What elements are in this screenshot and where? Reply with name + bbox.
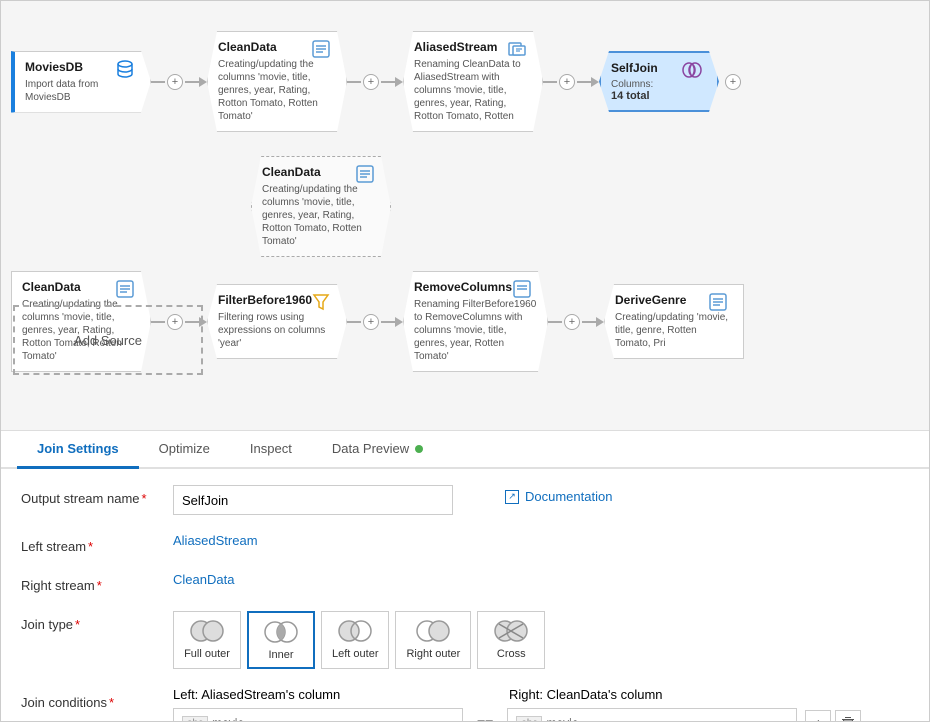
right-col-header: Right: CleanData's column	[509, 687, 663, 702]
join-conditions-label: Join conditions*	[21, 687, 161, 710]
node-moviesdb-desc: Import data from MoviesDB	[25, 78, 140, 104]
join-type-full-outer[interactable]: Full outer	[173, 611, 241, 669]
left-stream-value[interactable]: AliasedStream	[173, 533, 258, 548]
node-cleandata1[interactable]: CleanData Creating/updating the columns …	[207, 31, 347, 132]
filter-icon	[310, 291, 332, 313]
add-source-box[interactable]: Add Source	[13, 305, 203, 375]
join-type-group: Full outer Inner	[173, 611, 545, 669]
plus-btn-2[interactable]: +	[363, 74, 379, 90]
tab-inspect[interactable]: Inspect	[230, 431, 312, 469]
right-stream-label: Right stream*	[21, 572, 161, 593]
canvas-area: MoviesDB Import data from MoviesDB + Cle…	[1, 1, 929, 431]
output-stream-input[interactable]	[173, 485, 453, 515]
tabs-bar: Join Settings Optimize Inspect Data Prev…	[1, 431, 929, 469]
node-filter[interactable]: FilterBefore1960 Filtering rows using ex…	[207, 284, 347, 359]
output-stream-row: Output stream name* ↗ Documentation	[21, 485, 909, 515]
tab-optimize[interactable]: Optimize	[139, 431, 230, 469]
conditions-labels-row: Left: AliasedStream's column Right: Clea…	[173, 687, 909, 702]
delete-condition-btn[interactable]	[835, 710, 861, 721]
join-type-inner[interactable]: Inner	[247, 611, 315, 669]
left-col-select[interactable]: abc movie	[173, 708, 463, 721]
action-btns: +	[805, 710, 861, 721]
plus-btn-r3-2[interactable]: +	[363, 314, 379, 330]
remove-icon	[511, 278, 533, 300]
right-stream-row: Right stream* CleanData	[21, 572, 909, 593]
node-filter-desc: Filtering rows using expressions on colu…	[218, 311, 336, 350]
node-cleandata2-desc: Creating/updating the columns 'movie, ti…	[262, 183, 380, 248]
left-col-header: Left: AliasedStream's column	[173, 687, 463, 702]
join-type-right-outer[interactable]: Right outer	[395, 611, 471, 669]
join-type-row: Join type* Full outer	[21, 611, 909, 669]
right-stream-value[interactable]: CleanData	[173, 572, 234, 587]
right-col-chevron	[776, 716, 788, 721]
tab-join-settings[interactable]: Join Settings	[17, 431, 139, 469]
documentation-link[interactable]: ↗ Documentation	[505, 485, 612, 504]
documentation-icon: ↗	[505, 490, 519, 504]
settings-panel: Output stream name* ↗ Documentation Left…	[1, 469, 929, 721]
abc-tag-left: abc	[182, 716, 208, 722]
pipeline-row-2: CleanData Creating/updating the columns …	[251, 156, 391, 257]
connector-3: +	[543, 74, 599, 90]
node-selfjoin-count: 14 total	[611, 90, 707, 102]
connector-r3-3: +	[548, 314, 604, 330]
node-removecolumns[interactable]: RemoveColumns Renaming FilterBefore1960 …	[403, 271, 548, 372]
connector-2: +	[347, 74, 403, 90]
plus-btn-1[interactable]: +	[167, 74, 183, 90]
database-icon	[114, 58, 136, 80]
left-col-value: movie	[212, 716, 244, 721]
join-conditions-row: Join conditions* Left: AliasedStream's c…	[21, 687, 909, 721]
clean-icon-1	[310, 38, 332, 60]
connector-r3-2: +	[347, 314, 403, 330]
clean-icon-2	[354, 163, 376, 185]
node-aliasedstream-desc: Renaming CleanData to AliasedStream with…	[414, 58, 532, 123]
right-col-select[interactable]: abc movie	[507, 708, 797, 721]
plus-btn-selfjoin[interactable]: +	[725, 74, 741, 90]
abc-tag-right: abc	[516, 716, 542, 722]
join-type-left-outer[interactable]: Left outer	[321, 611, 389, 669]
conditions-content: Left: AliasedStream's column Right: Clea…	[173, 687, 909, 721]
node-cleandata2[interactable]: CleanData Creating/updating the columns …	[251, 156, 391, 257]
output-stream-label: Output stream name*	[21, 485, 161, 506]
clean-icon-3	[114, 278, 136, 300]
add-condition-btn[interactable]: +	[805, 710, 831, 721]
plus-btn-3[interactable]: +	[559, 74, 575, 90]
node-removecolumns-desc: Renaming FilterBefore1960 to RemoveColum…	[414, 298, 537, 363]
join-type-cross[interactable]: Cross	[477, 611, 545, 669]
left-stream-row: Left stream* AliasedStream	[21, 533, 909, 554]
left-col-chevron	[442, 716, 454, 721]
derive-icon	[707, 291, 729, 313]
add-source-label: Add Source	[74, 333, 142, 348]
condition-row: abc movie == abc movie	[173, 708, 909, 721]
node-derivegenre[interactable]: DeriveGenre Creating/updating 'movie, ti…	[604, 284, 744, 359]
node-derivegenre-desc: Creating/updating 'movie, title, genre, …	[615, 311, 733, 350]
tab-data-preview[interactable]: Data Preview	[312, 431, 443, 469]
selfjoin-icon	[681, 59, 703, 81]
join-type-label: Join type*	[21, 611, 161, 632]
equals-sign: ==	[471, 715, 499, 721]
pipeline-row-1: MoviesDB Import data from MoviesDB + Cle…	[11, 31, 743, 132]
node-cleandata1-desc: Creating/updating the columns 'movie, ti…	[218, 58, 336, 123]
connector-1: +	[151, 74, 207, 90]
node-selfjoin[interactable]: SelfJoin Columns: 14 total	[599, 51, 719, 112]
data-preview-dot	[415, 445, 423, 453]
right-col-value: movie	[546, 716, 578, 721]
left-stream-label: Left stream*	[21, 533, 161, 554]
alias-icon	[506, 38, 528, 60]
node-aliasedstream[interactable]: AliasedStream Renaming CleanData to Alia…	[403, 31, 543, 132]
node-moviesdb[interactable]: MoviesDB Import data from MoviesDB	[11, 51, 151, 113]
plus-btn-r3-3[interactable]: +	[564, 314, 580, 330]
main-container: MoviesDB Import data from MoviesDB + Cle…	[0, 0, 930, 722]
